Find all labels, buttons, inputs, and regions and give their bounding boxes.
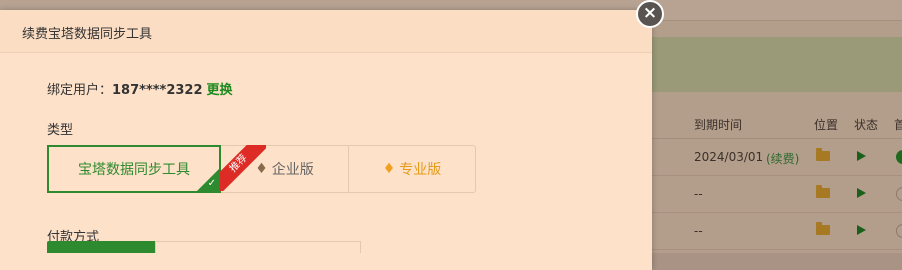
renew-dialog: 续费宝塔数据同步工具 绑定用户：187****2322 更换 类型 宝塔数据同步工… bbox=[0, 10, 652, 270]
check-icon: ✓ bbox=[207, 178, 216, 189]
header-more: 首 bbox=[894, 118, 902, 132]
payment-option[interactable] bbox=[155, 241, 361, 253]
folder-icon[interactable] bbox=[816, 148, 830, 161]
expire-date: 2024/03/01 bbox=[694, 150, 764, 164]
bound-user-row: 绑定用户：187****2322 更换 bbox=[47, 79, 233, 98]
header-location: 位置 bbox=[814, 118, 839, 132]
type-option-professional[interactable]: ♦ 专业版 bbox=[348, 145, 476, 193]
status-toggle-on[interactable] bbox=[896, 150, 902, 164]
play-icon[interactable] bbox=[857, 188, 866, 198]
renew-link[interactable]: (续费) bbox=[766, 150, 799, 167]
type-option-label: 专业版 bbox=[399, 162, 442, 178]
type-option-label: 宝塔数据同步工具 bbox=[78, 162, 190, 178]
expire-date: -- bbox=[694, 187, 703, 201]
table-row: -- bbox=[640, 176, 902, 213]
type-option-sync-tool[interactable]: 宝塔数据同步工具 ✓ bbox=[47, 145, 221, 193]
recommend-badge: 推荐 bbox=[220, 145, 266, 191]
recommend-ribbon: 推荐 bbox=[220, 145, 266, 191]
close-icon[interactable]: × bbox=[636, 0, 664, 28]
background-table-header: 到期时间 位置 状态 首 bbox=[640, 108, 902, 139]
table-row: 2024/03/01 (续费) bbox=[640, 139, 902, 176]
dialog-title-bar: 续费宝塔数据同步工具 bbox=[0, 10, 652, 53]
folder-icon[interactable] bbox=[816, 222, 830, 235]
bound-phone: 187****2322 bbox=[112, 83, 203, 98]
header-status: 状态 bbox=[854, 118, 879, 132]
expire-date: -- bbox=[694, 224, 703, 238]
payment-option-selected[interactable] bbox=[47, 241, 155, 253]
diamond-icon: ♦ bbox=[382, 161, 396, 177]
status-toggle-off[interactable] bbox=[896, 187, 902, 201]
play-icon[interactable] bbox=[857, 225, 866, 235]
bind-label: 绑定用户： bbox=[47, 83, 113, 98]
dialog-title: 续费宝塔数据同步工具 bbox=[22, 27, 153, 42]
folder-icon[interactable] bbox=[816, 185, 830, 198]
type-selector: 宝塔数据同步工具 ✓ ♦ 企业版 ♦ 专业版 推荐 bbox=[47, 145, 476, 193]
play-icon[interactable] bbox=[857, 151, 866, 161]
type-option-label: 企业版 bbox=[271, 162, 314, 178]
type-label: 类型 bbox=[47, 123, 74, 138]
background-banner bbox=[640, 37, 902, 92]
status-toggle-off[interactable] bbox=[896, 224, 902, 238]
header-expire: 到期时间 bbox=[694, 118, 743, 132]
change-user-link[interactable]: 更换 bbox=[207, 83, 233, 98]
table-row: -- bbox=[640, 213, 902, 250]
